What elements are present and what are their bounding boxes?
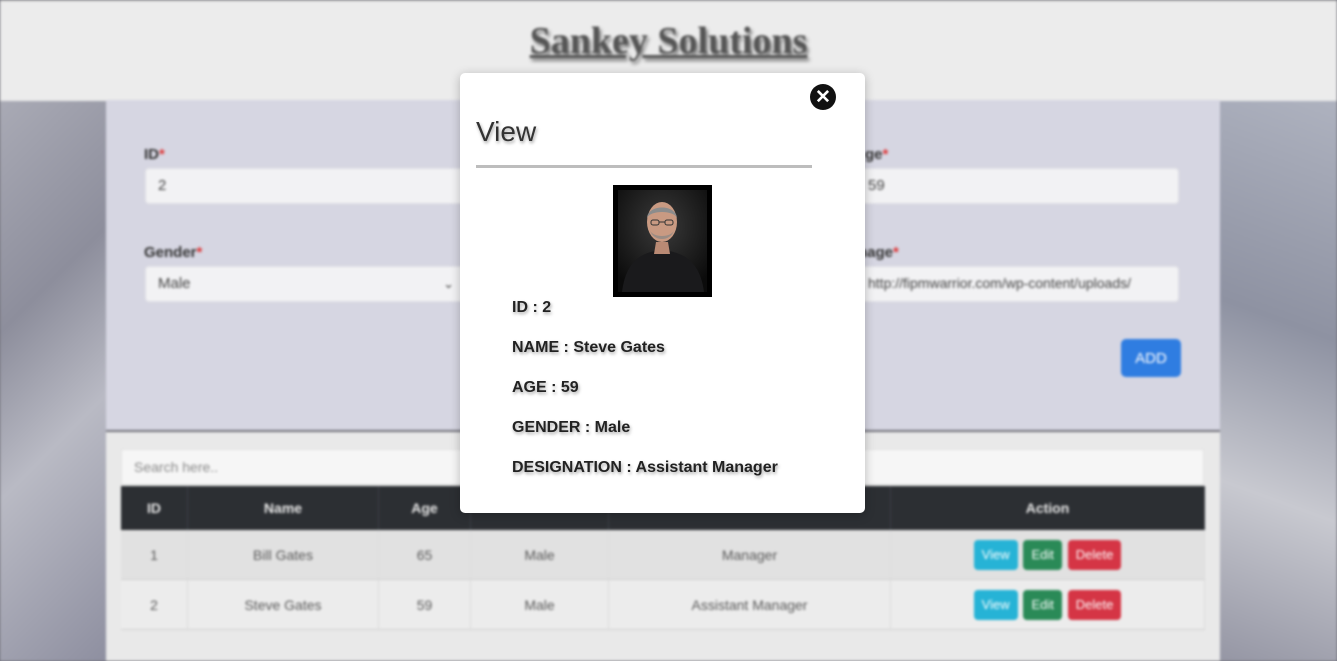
cell-id: 1 [121, 530, 188, 580]
edit-button[interactable]: Edit [1023, 589, 1062, 620]
detail-id: ID : 2 [512, 299, 552, 316]
profile-photo [613, 185, 712, 297]
detail-gender: GENDER : Male [512, 419, 631, 436]
delete-button[interactable]: Delete [1067, 589, 1122, 620]
cell-gender: Male [470, 530, 609, 580]
view-modal: ✕ View ID : 2 NAME : Steve Gates AGE : 5… [460, 73, 865, 513]
id-input[interactable]: 2 [145, 168, 465, 204]
detail-name: NAME : Steve Gates [512, 339, 665, 356]
cell-gender: Male [470, 579, 609, 630]
brand-title: Sankey Solutions [529, 20, 808, 62]
modal-title: View [476, 116, 537, 147]
background-image-left [0, 100, 106, 661]
age-label: ge* [865, 146, 889, 163]
image-url-input[interactable]: http://fipmwarrior.com/wp-content/upload… [855, 266, 1179, 302]
cell-designation: Assistant Manager [608, 579, 891, 630]
edit-button[interactable]: Edit [1023, 539, 1062, 570]
cell-actions: View Edit Delete [890, 579, 1205, 630]
gender-select[interactable]: Male ⌄ [145, 266, 465, 302]
column-header-age: Age [378, 486, 471, 530]
cell-name: Bill Gates [187, 530, 379, 580]
column-header-id: ID [121, 486, 188, 530]
background-image-right [1220, 100, 1337, 661]
id-label: ID* [144, 146, 165, 163]
table-row: 2 Steve Gates 59 Male Assistant Manager … [121, 579, 1205, 630]
cell-id: 2 [121, 579, 188, 630]
detail-designation: DESIGNATION : Assistant Manager [512, 459, 778, 476]
column-header-name: Name [187, 486, 379, 530]
view-button[interactable]: View [973, 589, 1018, 620]
cell-designation: Manager [608, 530, 891, 580]
gender-label: Gender* [144, 244, 203, 261]
cell-actions: View Edit Delete [890, 530, 1205, 580]
cell-age: 59 [378, 579, 471, 630]
add-button[interactable]: ADD [1121, 339, 1181, 377]
cell-name: Steve Gates [187, 579, 379, 630]
detail-age: AGE : 59 [512, 379, 579, 396]
age-input[interactable]: 59 [855, 168, 1179, 204]
close-icon[interactable]: ✕ [810, 84, 836, 110]
delete-button[interactable]: Delete [1067, 539, 1122, 570]
column-header-action: Action [890, 486, 1205, 530]
modal-divider [476, 165, 812, 168]
person-portrait-image [618, 190, 707, 292]
view-button[interactable]: View [973, 539, 1018, 570]
gender-select-value: Male [158, 275, 191, 292]
chevron-down-icon: ⌄ [443, 276, 454, 291]
cell-age: 65 [378, 530, 471, 580]
table-row: 1 Bill Gates 65 Male Manager View Edit D… [121, 530, 1205, 580]
